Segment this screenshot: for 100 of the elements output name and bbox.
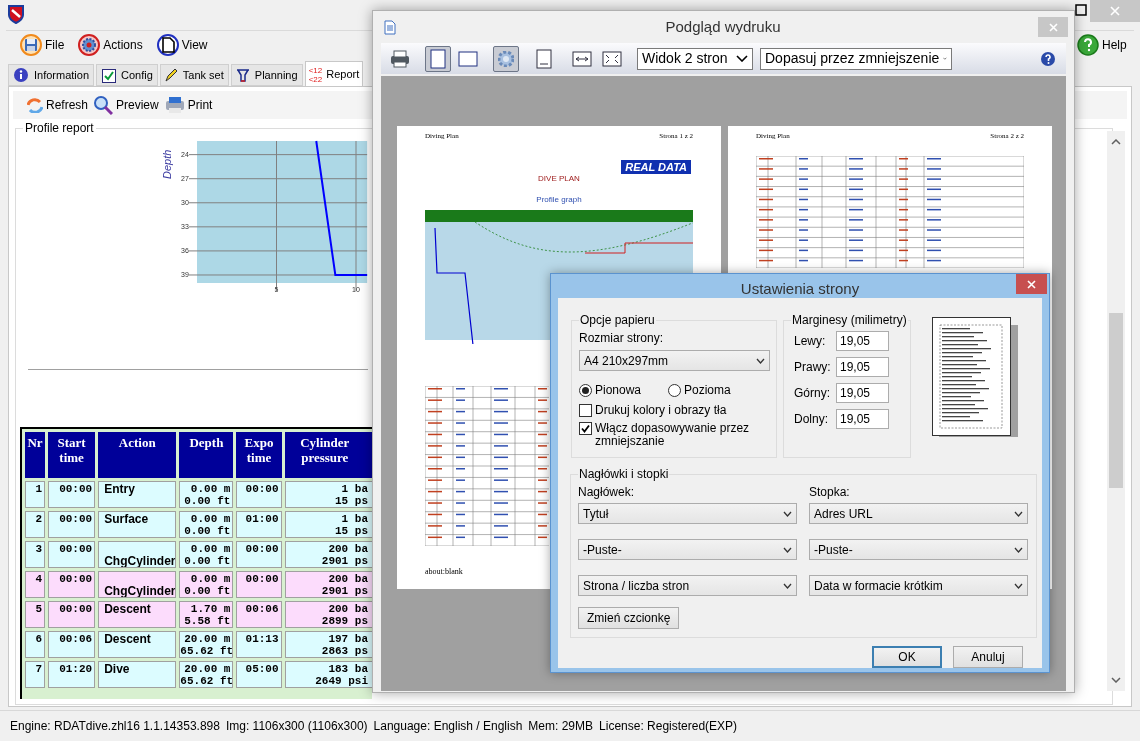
page-icon bbox=[536, 48, 552, 69]
group-title: Marginesy (milimetry) bbox=[791, 312, 908, 328]
status-text: Language: English / English bbox=[373, 718, 523, 735]
input-field[interactable]: 19,05 bbox=[836, 357, 889, 377]
column-header: Cylinder pressure bbox=[284, 432, 372, 478]
group-title: Profile report bbox=[23, 121, 96, 135]
printer-icon bbox=[390, 49, 410, 68]
dropdown[interactable]: Strona / liczba stron bbox=[578, 575, 797, 596]
status-text: Img: 1106x300 (1106x300) bbox=[225, 718, 368, 735]
help-icon bbox=[1077, 34, 1099, 56]
group-title: Nagłówki i stopki bbox=[578, 466, 670, 482]
dropdown[interactable]: -Puste- bbox=[809, 539, 1028, 560]
field-label: Prawy: bbox=[794, 359, 832, 376]
table-cell: 2 bbox=[25, 511, 46, 538]
input-field[interactable]: 19,05 bbox=[836, 409, 889, 429]
dropdown[interactable]: A4 210x297mm bbox=[579, 350, 770, 371]
window-title: Podgląd wydruku bbox=[664, 16, 782, 37]
table-cell: 4 bbox=[25, 571, 46, 598]
tab[interactable]: Information bbox=[8, 64, 95, 86]
table-cell: 00:00 bbox=[48, 601, 96, 628]
scrollbar[interactable] bbox=[1107, 131, 1125, 691]
fit-page-icon bbox=[602, 50, 622, 67]
table-cell: 200 ba 2899 ps bbox=[284, 601, 372, 628]
tab[interactable]: Planning bbox=[230, 64, 303, 86]
table-cell: 0.00 m 0.00 ft bbox=[179, 571, 234, 598]
table-cell: 1 ba 15 ps bbox=[284, 511, 372, 538]
window-title: Ustawienia strony bbox=[740, 280, 860, 298]
dialog-button[interactable]: OK bbox=[872, 646, 942, 668]
logo: REAL DATA bbox=[621, 159, 691, 174]
column-header: Depth bbox=[179, 432, 234, 478]
dialog-button[interactable]: Anuluj bbox=[953, 646, 1023, 668]
checkbox-icon bbox=[101, 67, 117, 83]
close-button[interactable] bbox=[1016, 274, 1047, 294]
dropdown[interactable]: Adres URL bbox=[809, 503, 1028, 524]
close-icon bbox=[1048, 22, 1058, 32]
table-cell: Entry bbox=[98, 481, 177, 508]
info-icon bbox=[13, 67, 29, 83]
dropdown[interactable]: -Puste- bbox=[578, 539, 797, 560]
tab[interactable]: Tank set bbox=[159, 64, 229, 86]
dropdown[interactable]: Widok 2 stron bbox=[637, 47, 753, 70]
input-field[interactable]: 19,05 bbox=[836, 331, 889, 351]
group-title: Opcje papieru bbox=[579, 312, 656, 328]
radio-button[interactable] bbox=[579, 383, 592, 397]
table-cell: 00:00 bbox=[48, 481, 96, 508]
tab[interactable]: Config bbox=[96, 64, 158, 86]
table-cell: 0.00 m 0.00 ft bbox=[179, 511, 234, 538]
menu-button[interactable]: Actions bbox=[78, 32, 143, 57]
table-cell: Dive bbox=[98, 661, 177, 688]
menu-button[interactable]: File bbox=[20, 32, 65, 57]
toolbar-button[interactable]: Preview bbox=[94, 93, 159, 117]
pencil-icon bbox=[164, 68, 178, 82]
field-label: Rozmiar strony: bbox=[579, 330, 665, 347]
gear-icon bbox=[498, 50, 514, 67]
table-cell: 183 ba 2649 psi bbox=[284, 661, 372, 688]
dropdown[interactable]: Tytuł bbox=[578, 503, 797, 524]
radio-label: Pozioma bbox=[684, 382, 731, 399]
funnel-icon bbox=[235, 68, 250, 82]
toolbar-button[interactable]: Print bbox=[164, 93, 213, 117]
dropdown[interactable]: Data w formacie krótkim bbox=[809, 575, 1028, 596]
table-cell: 05:00 bbox=[236, 661, 282, 688]
page-preview-icon bbox=[931, 316, 1019, 438]
font-button[interactable]: Zmień czcionkę bbox=[578, 607, 680, 629]
printer-icon bbox=[164, 96, 185, 114]
close-icon bbox=[1027, 279, 1036, 289]
table-cell: 00:06 bbox=[236, 601, 282, 628]
field-label: Lewy: bbox=[794, 333, 827, 350]
checkbox[interactable] bbox=[579, 422, 592, 435]
dropdown[interactable]: Dopasuj przez zmniejszenie bbox=[760, 47, 952, 70]
status-text: Engine: RDATdive.zhl16 1.1.14353.898 bbox=[10, 718, 220, 735]
table-cell: 00:00 bbox=[236, 481, 282, 508]
table-cell: 5 bbox=[25, 601, 46, 628]
table-cell: ChgCylinder bbox=[98, 541, 177, 568]
table-cell: 00:00 bbox=[48, 571, 96, 598]
table-cell: 00:00 bbox=[48, 511, 96, 538]
table-cell: 01:00 bbox=[236, 511, 282, 538]
table-cell: 1.70 m 5.58 ft bbox=[179, 601, 234, 628]
gear-icon bbox=[78, 33, 101, 56]
table-cell: 0.00 m 0.00 ft bbox=[179, 481, 234, 508]
toolbar-button[interactable] bbox=[425, 45, 451, 72]
input-field[interactable]: 19,05 bbox=[836, 383, 889, 403]
table-cell: 20.00 m 65.62 ft bbox=[179, 661, 234, 688]
toolbar-button[interactable] bbox=[493, 45, 519, 72]
magnifier-icon bbox=[94, 95, 114, 115]
refresh-icon bbox=[27, 97, 43, 113]
toolbar-button[interactable]: Refresh bbox=[27, 93, 89, 117]
page-footer-text: about:blank bbox=[425, 565, 464, 578]
radio-button[interactable] bbox=[668, 383, 681, 397]
table-cell: 6 bbox=[25, 631, 46, 658]
table-cell: Surface bbox=[98, 511, 177, 538]
checkbox[interactable] bbox=[579, 404, 592, 417]
table-cell: 200 ba 2901 ps bbox=[284, 541, 372, 568]
close-icon bbox=[1110, 6, 1120, 16]
status-text: Mem: 29MB bbox=[528, 718, 594, 735]
table-cell: 00:00 bbox=[236, 541, 282, 568]
menu-button[interactable]: View bbox=[156, 32, 208, 57]
column-header: Nr bbox=[25, 432, 46, 478]
field-label: Dolny: bbox=[794, 411, 829, 428]
menu-button[interactable]: Help bbox=[1077, 33, 1127, 57]
scrollbar-thumb[interactable] bbox=[1109, 313, 1123, 488]
table-cell: 0.00 m 0.00 ft bbox=[179, 541, 234, 568]
